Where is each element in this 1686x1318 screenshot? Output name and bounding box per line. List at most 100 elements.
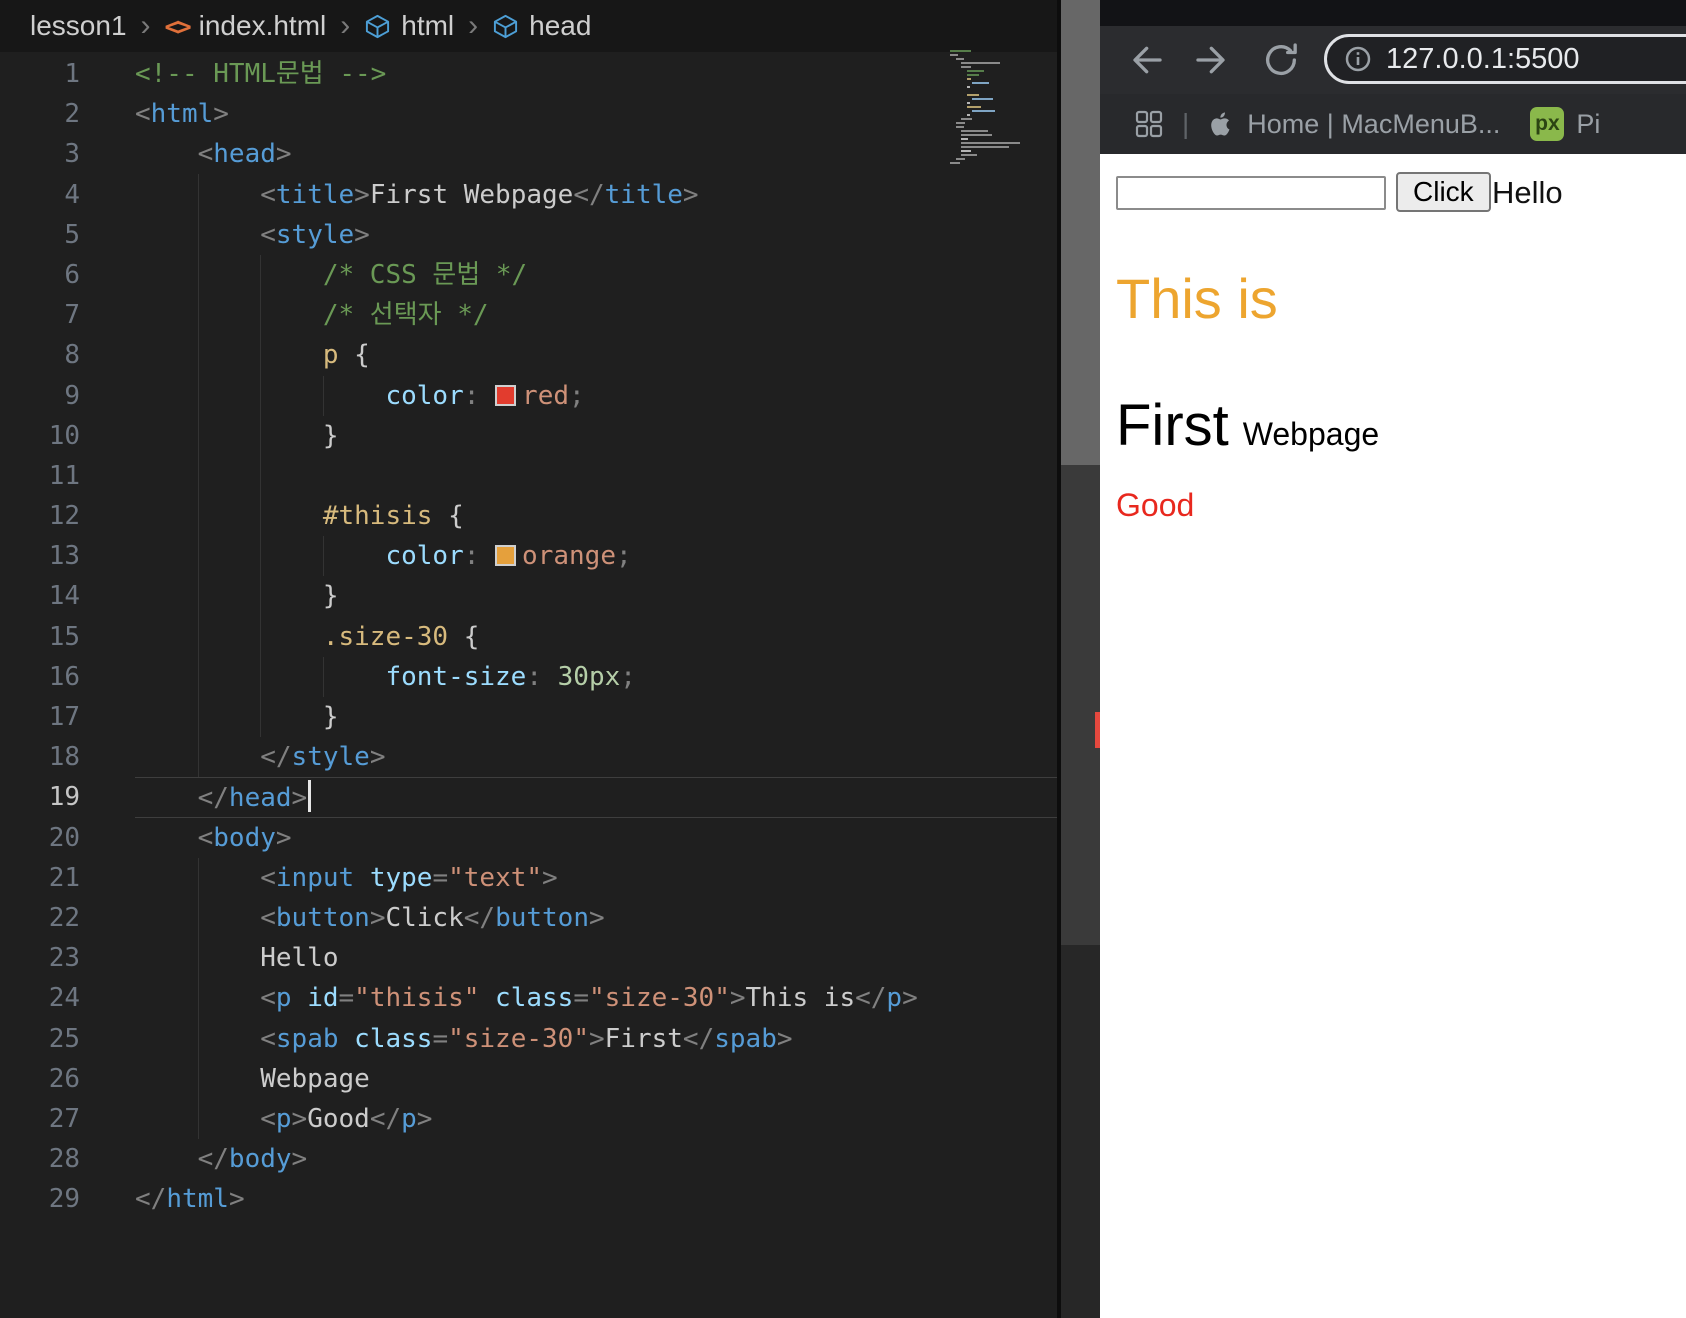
apps-grid-icon[interactable] [1134,109,1164,139]
line-number: 23 [48,943,80,974]
code-line[interactable]: 8 p { [0,335,1058,375]
code-line[interactable]: 6 /* CSS 문법 */ [0,255,1058,295]
forward-button[interactable] [1190,37,1236,83]
click-button[interactable]: Click [1396,172,1491,212]
code-editor[interactable]: lesson1 › <> index.html › html › head 1 [0,0,1100,1318]
code-lines[interactable]: 1 <!-- HTML문법 --> 2 <html> 3 <head> 4 <title>… [0,54,1058,1219]
first-webpage-line: First Webpage [1116,392,1379,459]
line-number: 9 [64,380,80,411]
breadcrumb-file-label: index.html [198,10,327,41]
line-number: 17 [48,702,80,732]
line-number: 7 [64,300,80,331]
code-line[interactable]: 13 color: orange; [0,536,1058,576]
code-line[interactable]: 23 Hello [0,938,1058,978]
browser-tab-strip[interactable] [1100,0,1686,26]
code-line[interactable]: 14 } [0,576,1058,616]
bookmark-px[interactable]: Pi [1576,109,1600,140]
line-number: 20 [48,822,80,853]
code-line[interactable]: 15 .size-30 { [0,617,1058,657]
code-line[interactable]: 19 </head> [0,777,1058,818]
indent-guide [323,376,324,416]
symbol-cube-icon [364,13,391,40]
line-number: 4 [64,179,80,210]
breadcrumb-item-head-tag[interactable]: head [492,10,591,42]
line-number: 6 [64,259,80,290]
chevron-right-icon: › [468,9,479,42]
browser-window: 127.0.0.1:5500 | Home | MacMenuB... px P… [1100,0,1686,1318]
url-text[interactable]: 127.0.0.1:5500 [1386,43,1580,76]
code-line[interactable]: 17 } [0,697,1058,737]
bookmark-home[interactable]: Home | MacMenuB... [1247,109,1500,140]
px-favicon: px [1530,107,1565,141]
line-number: 5 [64,219,80,250]
line-number: 26 [48,1063,80,1094]
code-line[interactable]: 28 </body> [0,1139,1058,1179]
chevron-right-icon: › [340,9,351,42]
color-swatch[interactable] [495,545,517,567]
line-number: 22 [48,902,80,933]
line-number: 14 [48,581,80,612]
editor-scrollbar[interactable] [1061,0,1100,1318]
code-line[interactable]: 7 /* 선택자 */ [0,295,1058,335]
indent-guide [323,657,324,697]
symbol-cube-icon [492,13,519,40]
address-bar[interactable]: 127.0.0.1:5500 [1324,34,1686,84]
line-number: 16 [48,661,80,692]
webpage-content: Click Hello This is First Webpage Good [1100,154,1686,1318]
indent-guide [260,255,261,737]
back-button[interactable] [1122,37,1168,83]
code-line[interactable]: 22 <button>Click</button> [0,898,1058,938]
code-line[interactable]: 2 <html> [0,94,1058,134]
text-input[interactable] [1116,176,1386,210]
code-line[interactable]: 5 <style> [0,215,1058,255]
code-line[interactable]: 24 <p id="thisis" class="size-30">This i… [0,978,1058,1018]
code-line[interactable]: 29 </html> [0,1179,1058,1219]
line-number: 12 [48,501,80,532]
code-line[interactable]: 20 <body> [0,818,1058,858]
line-number: 2 [64,99,80,130]
breadcrumb-item-html-tag[interactable]: html [364,10,454,42]
first-text: First [1116,393,1229,458]
line-number: 18 [48,742,80,773]
code-line[interactable]: 11 [0,456,1058,496]
line-number: 8 [64,340,80,371]
breadcrumb-folder-label: lesson1 [30,10,127,41]
line-number: 3 [64,139,80,170]
scrollbar-thumb[interactable] [1061,0,1100,465]
text-cursor [308,780,312,813]
minimap[interactable] [950,50,1040,175]
reload-button[interactable] [1258,37,1304,83]
line-number: 11 [48,460,80,491]
good-paragraph: Good [1116,487,1195,523]
code-line[interactable]: 26 Webpage [0,1059,1058,1099]
code-line[interactable]: 12 #thisis { [0,496,1058,536]
scrollbar-shade [1061,945,1100,1318]
line-number: 13 [48,541,80,572]
code-line[interactable]: 3 <head> [0,134,1058,174]
code-line[interactable]: 27 <p>Good</p> [0,1099,1058,1139]
line-number: 15 [48,621,80,652]
line-number: 29 [48,1184,80,1215]
code-line[interactable]: 25 <spab class="size-30">First</spab> [0,1019,1058,1059]
webpage-text: Webpage [1242,416,1380,452]
code-line[interactable]: 9 color: red; [0,376,1058,416]
line-number: 25 [48,1023,80,1054]
line-number: 1 [64,59,80,89]
code-line[interactable]: 4 <title>First Webpage</title> [0,175,1058,215]
code-line[interactable]: 16 font-size: 30px; [0,657,1058,697]
hello-text: Hello [1492,175,1563,210]
code-line[interactable]: 21 <input type="text"> [0,858,1058,898]
color-swatch[interactable] [495,384,517,406]
indent-guide [198,858,199,1139]
breadcrumb-item-file[interactable]: <> index.html [165,10,327,42]
site-info-icon[interactable] [1343,44,1373,74]
breadcrumb-head-label: head [529,10,592,41]
code-line[interactable]: 10 } [0,416,1058,456]
line-number: 10 [48,420,80,451]
breadcrumb-item-folder[interactable]: lesson1 [30,10,127,42]
line-number: 19 [48,782,80,813]
line-number: 28 [48,1144,80,1175]
code-line[interactable]: 1 <!-- HTML문법 --> [0,54,1058,94]
code-line[interactable]: 18 </style> [0,737,1058,777]
html-file-icon: <> [164,11,192,41]
